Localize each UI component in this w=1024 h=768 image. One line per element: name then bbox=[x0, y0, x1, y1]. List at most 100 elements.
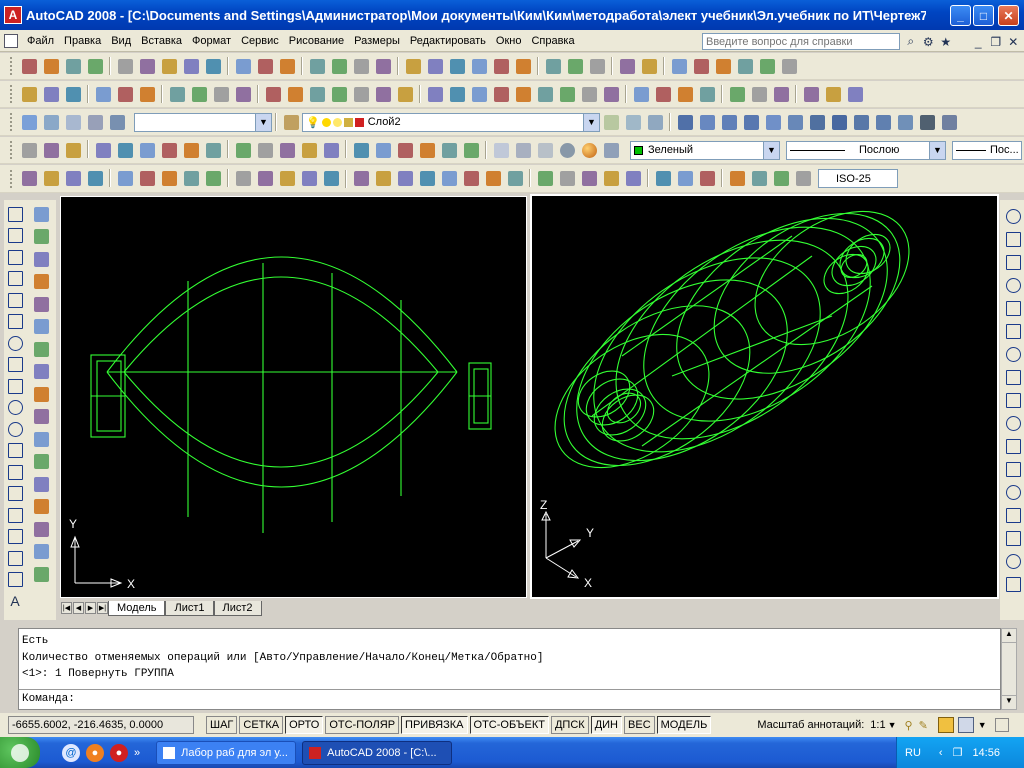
dim-tool-2-icon[interactable] bbox=[373, 169, 393, 189]
solid-edit-tool-11-icon[interactable] bbox=[255, 140, 275, 160]
dim-tool-8-icon[interactable] bbox=[505, 169, 525, 189]
view-tool-1-icon[interactable] bbox=[675, 112, 695, 132]
make-block-icon[interactable] bbox=[5, 462, 25, 482]
render-icon[interactable] bbox=[601, 140, 621, 160]
snap-extension-icon[interactable] bbox=[1003, 344, 1023, 364]
linetype-combo[interactable]: Послою ▼ bbox=[786, 140, 946, 160]
solid-edit-tool-20-icon[interactable] bbox=[461, 140, 481, 160]
dim-tool-16-icon[interactable] bbox=[697, 169, 717, 189]
layer-previous-2-icon[interactable] bbox=[623, 112, 643, 132]
ducs-toggle[interactable]: ДПСК bbox=[550, 716, 589, 734]
construction-line-icon[interactable] bbox=[5, 226, 25, 246]
command-prompt[interactable]: Команда: bbox=[22, 693, 75, 705]
snap-perpendicular-icon[interactable] bbox=[1003, 436, 1023, 456]
standard-tool-13-icon[interactable] bbox=[307, 56, 327, 76]
solid-tool-5-icon[interactable] bbox=[727, 84, 747, 104]
view-se-iso-icon[interactable] bbox=[851, 112, 871, 132]
hatch-icon[interactable] bbox=[5, 505, 25, 525]
polygon-icon[interactable] bbox=[5, 269, 25, 289]
dim-tool-13-icon[interactable] bbox=[623, 169, 643, 189]
spline-icon[interactable] bbox=[5, 376, 25, 396]
modeling-tool-1-icon[interactable] bbox=[263, 84, 283, 104]
solid-tool-4-icon[interactable] bbox=[697, 84, 717, 104]
dimstyle-combo[interactable]: ISO-25 bbox=[818, 169, 898, 188]
copy-icon[interactable] bbox=[31, 227, 51, 247]
trim-icon[interactable] bbox=[31, 407, 51, 427]
ucs-tool-6-icon[interactable] bbox=[137, 169, 157, 189]
browser-icon[interactable]: @ bbox=[62, 743, 80, 762]
command-window[interactable]: Есть Количество отменяемых операций или … bbox=[18, 628, 1001, 710]
viewport-right[interactable]: Z Y X bbox=[530, 194, 999, 599]
scale-icon[interactable] bbox=[31, 362, 51, 382]
modeling-tool-2-icon[interactable] bbox=[285, 84, 305, 104]
search-icon[interactable]: ⌕ bbox=[904, 33, 918, 50]
solid-tool-6-icon[interactable] bbox=[749, 84, 769, 104]
coordinates-display[interactable]: -6655.6002, -216.4635, 0.0000 bbox=[8, 716, 194, 734]
menu-help[interactable]: Справка bbox=[526, 35, 579, 47]
move-icon[interactable] bbox=[31, 317, 51, 337]
menu-format[interactable]: Формат bbox=[187, 35, 236, 47]
modeling-tool-3-icon[interactable] bbox=[307, 84, 327, 104]
doc-close-button[interactable]: ✕ bbox=[1007, 33, 1021, 50]
snap-endpoint-icon[interactable] bbox=[1003, 252, 1023, 272]
solid-edit-tool-8-icon[interactable] bbox=[181, 140, 201, 160]
insert-block-icon[interactable] bbox=[5, 441, 25, 461]
document-icon[interactable] bbox=[4, 33, 18, 48]
view-sw-iso-icon[interactable] bbox=[829, 112, 849, 132]
ucs-tool-11-icon[interactable] bbox=[255, 169, 275, 189]
ucs-tool-8-icon[interactable] bbox=[181, 169, 201, 189]
standard-tool-16-icon[interactable] bbox=[373, 56, 393, 76]
solid-tool-3-icon[interactable] bbox=[675, 84, 695, 104]
rotate-icon[interactable] bbox=[31, 339, 51, 359]
ucs-tool-5-icon[interactable] bbox=[115, 169, 135, 189]
workspace-combo[interactable]: ▼ bbox=[134, 112, 272, 132]
solid-edit-tool-16-icon[interactable] bbox=[373, 140, 393, 160]
text-style-icon[interactable] bbox=[491, 140, 511, 160]
modeling-tool-4-icon[interactable] bbox=[329, 84, 349, 104]
close-button[interactable]: ✕ bbox=[998, 5, 1019, 26]
dim-tool-15-icon[interactable] bbox=[675, 169, 695, 189]
viewport-left[interactable]: Y X bbox=[60, 196, 527, 598]
dim-tool-19-icon[interactable] bbox=[771, 169, 791, 189]
nav-tool-2-icon[interactable] bbox=[823, 84, 843, 104]
modeling-tool-7-icon[interactable] bbox=[395, 84, 415, 104]
ucs-tool-1-icon[interactable] bbox=[19, 169, 39, 189]
realistic-shade-icon[interactable] bbox=[557, 140, 577, 160]
dim-tool-20-icon[interactable] bbox=[793, 169, 813, 189]
polar-toggle[interactable]: ОТС-ПОЛЯР bbox=[325, 716, 400, 734]
modeling-tool-5-icon[interactable] bbox=[351, 84, 371, 104]
standard-tool-27-icon[interactable] bbox=[639, 56, 659, 76]
snap-toggle[interactable]: ШАГ bbox=[206, 716, 238, 734]
lwt-toggle[interactable]: ВЕС bbox=[624, 716, 655, 734]
modeling-tool-14-icon[interactable] bbox=[557, 84, 577, 104]
modeling-tool-8-icon[interactable] bbox=[425, 84, 445, 104]
snap-apparent-intersection-icon[interactable] bbox=[1003, 321, 1023, 341]
dim-tool-12-icon[interactable] bbox=[601, 169, 621, 189]
standard-tool-14-icon[interactable] bbox=[329, 56, 349, 76]
solid-edit-tool-1-icon[interactable] bbox=[19, 140, 39, 160]
lineweight-combo[interactable]: Пос... bbox=[952, 140, 1022, 160]
visual-tool-4-icon[interactable] bbox=[93, 84, 113, 104]
doc-restore-button[interactable]: ❐ bbox=[989, 33, 1003, 50]
solid-edit-tool-6-icon[interactable] bbox=[137, 140, 157, 160]
dim-tool-1-icon[interactable] bbox=[351, 169, 371, 189]
tab-layout2[interactable]: Лист2 bbox=[213, 601, 262, 616]
break-icon[interactable] bbox=[31, 474, 51, 494]
menu-file[interactable]: Файл bbox=[22, 35, 59, 47]
snap-node-icon[interactable] bbox=[1003, 505, 1023, 525]
otrack-toggle[interactable]: ОТС-ОБЪЕКТ bbox=[469, 716, 549, 734]
modeling-tool-13-icon[interactable] bbox=[535, 84, 555, 104]
color-combo[interactable]: Зеленый ▼ bbox=[630, 140, 780, 160]
style-tool-6-icon[interactable] bbox=[779, 56, 799, 76]
temporary-track-icon[interactable] bbox=[1003, 206, 1023, 226]
material-sphere-icon[interactable] bbox=[579, 140, 599, 160]
clean-screen-icon[interactable] bbox=[994, 718, 1009, 732]
ucs-tool-4-icon[interactable] bbox=[85, 169, 105, 189]
view-front-icon[interactable] bbox=[785, 112, 805, 132]
autocad-app-icon[interactable]: А bbox=[4, 6, 22, 24]
annotation-scale-value[interactable]: 1:1 bbox=[870, 719, 885, 731]
standard-tool-18-icon[interactable] bbox=[425, 56, 445, 76]
snap-tangent-icon[interactable] bbox=[1003, 413, 1023, 433]
join-icon[interactable] bbox=[31, 497, 51, 517]
mirror-icon[interactable] bbox=[31, 249, 51, 269]
